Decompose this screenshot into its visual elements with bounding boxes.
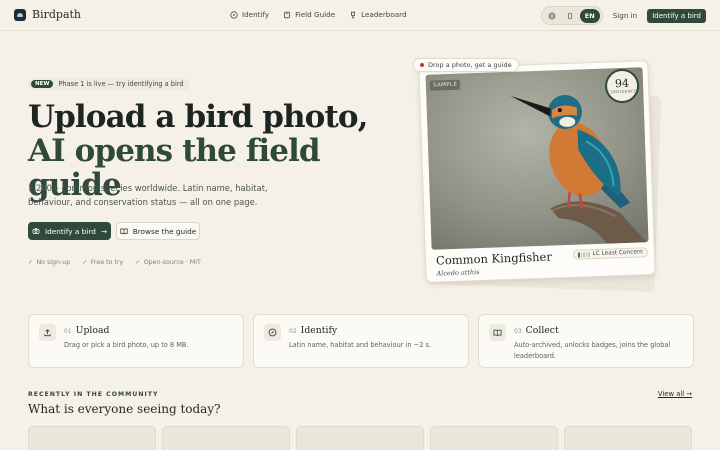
sample-tag: SAMPLE: [429, 79, 461, 91]
species-name: Common Kingfisher: [435, 249, 553, 268]
nav-identify-button[interactable]: Identify a bird: [647, 8, 706, 23]
brand-logo-icon: [14, 8, 26, 21]
check-icon: ✓: [28, 258, 34, 266]
trophy-icon: [351, 11, 356, 18]
nav-link-leaderboard[interactable]: Leaderboard: [349, 10, 407, 19]
step-number: 01: [64, 328, 72, 335]
nav-link-label: Identify: [242, 10, 270, 19]
upload-icon: [39, 324, 56, 341]
browse-guide-label: Browse the guide: [132, 226, 197, 236]
community-card[interactable]: [564, 426, 692, 450]
community-card[interactable]: [162, 426, 290, 450]
book-icon: [489, 324, 506, 341]
step-number: 03: [514, 328, 522, 335]
compass-icon: [264, 324, 281, 341]
step-title: 03 Collect: [514, 325, 559, 336]
check-label: Open-source · MIT: [143, 258, 201, 266]
step-description: Auto-archived, unlocks badges, joins the…: [514, 341, 671, 360]
step-description: Latin name, habitat and behaviour in ~2 …: [289, 341, 432, 349]
new-badge: NEW: [31, 80, 54, 88]
latin-name: Alcedo atthis: [436, 268, 480, 278]
globe-toggle[interactable]: [544, 9, 560, 23]
mobile-toggle[interactable]: [562, 9, 578, 23]
step-number: 02: [289, 328, 297, 335]
drop-chip-label: Drop a photo, get a guide: [428, 61, 512, 69]
display-toggle-group: EN: [540, 6, 603, 25]
language-toggle[interactable]: EN: [579, 8, 600, 23]
status-dot-icon: [420, 63, 424, 67]
check-no-signup: ✓ No sign-up: [28, 258, 70, 266]
nav-link-label: Field Guide: [295, 10, 336, 19]
confidence-label: CONFIDENCE: [607, 88, 638, 95]
community-eyebrow: RECENTLY IN THE COMMUNITY: [28, 391, 159, 398]
brand-name: Birdpath: [32, 8, 82, 21]
brand[interactable]: Birdpath: [14, 8, 81, 21]
arrow-right-icon: →: [100, 226, 107, 236]
top-nav: Birdpath Identify Field Guide Leaderboar…: [0, 0, 720, 31]
check-label: Free to try: [90, 258, 124, 266]
feature-checks: ✓ No sign-up ✓ Free to try ✓ Open-source · …: [28, 258, 201, 266]
compass-icon: [230, 10, 238, 19]
step-title-text: Upload: [75, 325, 110, 336]
nav-link-label: Leaderboard: [361, 10, 407, 19]
nav-right: EN Sign in Identify a bird: [540, 6, 706, 25]
confidence-value: 94: [614, 76, 630, 91]
book-icon: [284, 11, 290, 18]
open-book-icon: [120, 228, 128, 235]
step-title-text: Identify: [300, 325, 338, 336]
hero-subtitle: 1,200+ common species worldwide. Latin n…: [28, 183, 268, 207]
community-card[interactable]: [28, 426, 156, 450]
check-icon: ✓: [135, 258, 141, 266]
announcement-badge[interactable]: NEW Phase 1 is live — try identifying a …: [28, 78, 190, 90]
steps-row: 01 Upload Drag or pick a bird photo, up t…: [28, 314, 694, 368]
announcement-text: Phase 1 is live — try identifying a bird: [58, 80, 184, 88]
status-label: LC Least Concern: [592, 249, 643, 258]
community-thumbnails: [28, 426, 692, 450]
mobile-icon: [567, 12, 572, 19]
nav-links: Identify Field Guide Leaderboard: [230, 10, 407, 19]
hero-title-line1: Upload a bird photo,: [28, 99, 368, 135]
drop-photo-chip: Drop a photo, get a guide: [413, 58, 519, 72]
browse-guide-button[interactable]: Browse the guide: [116, 222, 200, 240]
check-open-source: ✓ Open-source · MIT: [135, 258, 201, 266]
step-title: 02 Identify: [289, 325, 337, 336]
community-title: What is everyone seeing today?: [28, 402, 221, 416]
identify-bird-label: Identify a bird: [45, 226, 96, 236]
step-identify: 02 Identify Latin name, habitat and behav…: [253, 314, 469, 368]
check-icon: ✓: [82, 258, 88, 266]
status-bars-icon: [577, 251, 590, 258]
step-upload: 01 Upload Drag or pick a bird photo, up t…: [28, 314, 244, 368]
conservation-status: LC Least Concern: [572, 247, 649, 260]
step-collect: 03 Collect Auto-archived, unlocks badges,…: [478, 314, 694, 368]
identify-bird-button[interactable]: Identify a bird →: [28, 222, 111, 240]
nav-link-field-guide[interactable]: Field Guide: [283, 10, 335, 19]
nav-link-identify[interactable]: Identify: [230, 10, 269, 19]
sign-in-link[interactable]: Sign in: [613, 11, 638, 20]
community-card[interactable]: [430, 426, 558, 450]
step-title: 01 Upload: [64, 325, 110, 336]
community-card[interactable]: [296, 426, 424, 450]
check-free: ✓ Free to try: [82, 258, 123, 266]
step-description: Drag or pick a bird photo, up to 8 MB.: [64, 341, 189, 349]
globe-icon: [548, 12, 556, 19]
view-all-link[interactable]: View all →: [658, 390, 692, 398]
check-label: No sign-up: [36, 258, 71, 266]
camera-icon: [32, 228, 40, 234]
step-title-text: Collect: [525, 325, 559, 336]
sample-result-card: SAMPLE 94 CONFIDENCE Common Kingfisher A…: [418, 60, 656, 283]
